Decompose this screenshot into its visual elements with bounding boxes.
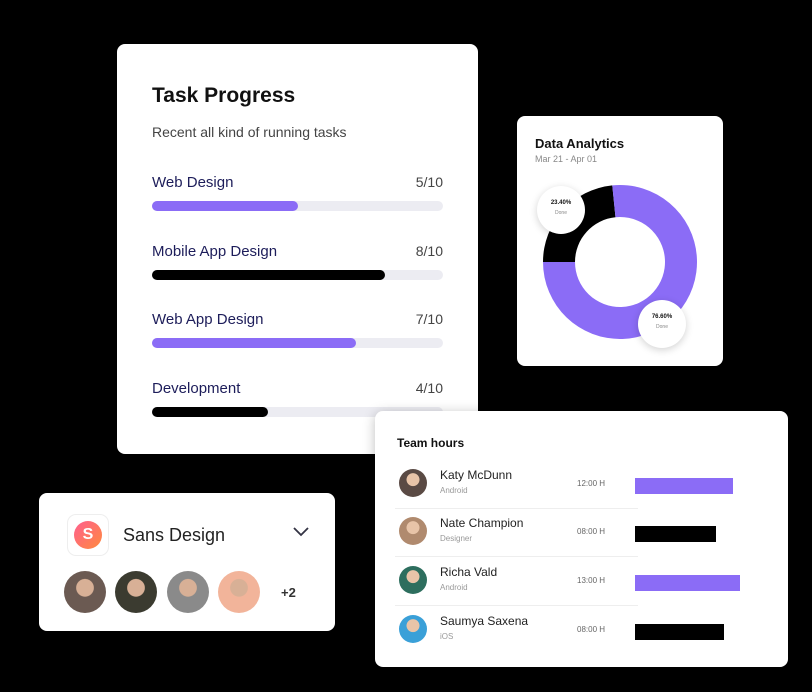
task-item[interactable]: Web App Design 7/10 bbox=[152, 311, 443, 351]
avatar bbox=[399, 469, 427, 497]
data-analytics-card: Data Analytics Mar 21 - Apr 01 23.40% Do… bbox=[517, 116, 723, 366]
member-name: Richa Vald bbox=[440, 565, 498, 579]
team-member-row[interactable]: Saumya Saxena iOS 08:00 H bbox=[375, 607, 788, 655]
member-role: Android bbox=[440, 583, 468, 592]
member-hours: 13:00 H bbox=[577, 576, 606, 585]
segment-percent: 23.40% bbox=[550, 200, 572, 206]
member-name: Saumya Saxena bbox=[440, 614, 529, 628]
task-progress-fill bbox=[152, 270, 385, 280]
workspace-logo-icon: S bbox=[74, 521, 102, 549]
avatar[interactable] bbox=[64, 571, 106, 613]
segment-percent: 76.60% bbox=[651, 314, 673, 320]
task-progress-fill bbox=[152, 338, 356, 348]
avatar[interactable] bbox=[115, 571, 157, 613]
hours-bar bbox=[635, 526, 716, 542]
row-divider bbox=[395, 605, 638, 606]
task-count: 8/10 bbox=[415, 243, 443, 259]
segment-label: Done bbox=[656, 324, 668, 330]
task-item[interactable]: Web Design 5/10 bbox=[152, 174, 443, 214]
team-member-row[interactable]: Richa Vald Android 13:00 H bbox=[375, 558, 788, 606]
donut-chart bbox=[543, 185, 697, 339]
task-progress-subtitle: Recent all kind of running tasks bbox=[152, 124, 347, 140]
member-name: Katy McDunn bbox=[440, 468, 513, 482]
workspace-card: S Sans Design +2 bbox=[39, 493, 335, 631]
member-hours: 08:00 H bbox=[577, 527, 606, 536]
hours-bar bbox=[635, 624, 724, 640]
task-progress-card: Task Progress Recent all kind of running… bbox=[117, 44, 478, 454]
task-name: Development bbox=[152, 380, 241, 397]
hours-bar bbox=[635, 575, 740, 591]
avatar bbox=[399, 566, 427, 594]
task-progress-title: Task Progress bbox=[152, 84, 296, 107]
more-members-count[interactable]: +2 bbox=[281, 585, 296, 600]
row-divider bbox=[395, 556, 638, 557]
member-role: Designer bbox=[440, 534, 473, 543]
task-progress-fill bbox=[152, 407, 269, 417]
member-hours: 08:00 H bbox=[577, 625, 606, 634]
analytics-bubble-left: 23.40% Done bbox=[537, 186, 585, 234]
avatar bbox=[399, 615, 427, 643]
avatar[interactable] bbox=[218, 571, 260, 613]
task-name: Web App Design bbox=[152, 311, 264, 328]
hours-bar bbox=[635, 478, 733, 494]
task-progress-fill bbox=[152, 201, 298, 211]
avatar bbox=[399, 517, 427, 545]
task-count: 4/10 bbox=[415, 380, 443, 396]
workspace-name: Sans Design bbox=[123, 525, 226, 545]
member-role: iOS bbox=[440, 632, 454, 641]
team-hours-title: Team hours bbox=[397, 436, 465, 450]
member-role: Android bbox=[440, 486, 468, 495]
team-hours-card: Team hours Katy McDunn Android 12:00 H N… bbox=[375, 411, 788, 667]
segment-label: Done bbox=[555, 210, 567, 216]
task-count: 7/10 bbox=[415, 311, 443, 327]
avatar[interactable] bbox=[167, 571, 209, 613]
task-count: 5/10 bbox=[415, 174, 443, 190]
task-progress-bar bbox=[152, 338, 443, 348]
chevron-down-icon[interactable] bbox=[291, 525, 311, 539]
team-member-row[interactable]: Katy McDunn Android 12:00 H bbox=[375, 461, 788, 509]
task-item[interactable]: Mobile App Design 8/10 bbox=[152, 243, 443, 283]
task-name: Mobile App Design bbox=[152, 243, 278, 260]
analytics-bubble-right: 76.60% Done bbox=[638, 300, 686, 348]
task-name: Web Design bbox=[152, 174, 234, 191]
member-hours: 12:00 H bbox=[577, 479, 606, 488]
team-member-row[interactable]: Nate Champion Designer 08:00 H bbox=[375, 509, 788, 557]
task-progress-bar bbox=[152, 270, 443, 280]
workspace-logo: S bbox=[68, 515, 108, 555]
task-progress-bar bbox=[152, 201, 443, 211]
member-name: Nate Champion bbox=[440, 516, 524, 530]
